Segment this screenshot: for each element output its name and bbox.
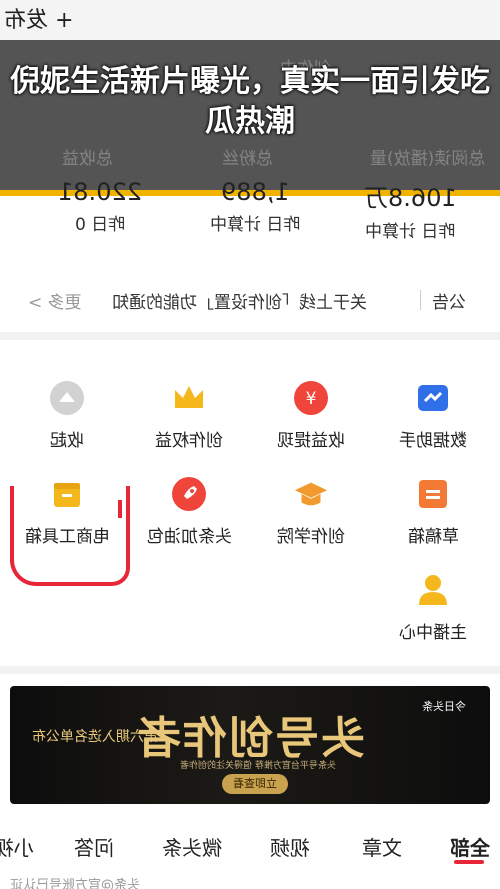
user-icon	[415, 572, 451, 608]
tool-label: 数据助手	[399, 431, 467, 451]
notice-more-link[interactable]: 更多 >	[28, 288, 82, 313]
tab-short-videos[interactable]: 小视	[0, 832, 34, 861]
brand-logo: 今日头条	[422, 698, 466, 714]
banner-tagline: 头条号平台官方推荐 值得关注的创作者	[180, 761, 336, 771]
annotation-stroke	[118, 500, 122, 518]
top-bar: + 发布	[0, 0, 500, 40]
tool-label: 主播中心	[399, 623, 467, 643]
list-preview-text: 头条@官方账号已认证	[10, 878, 141, 889]
ghost-text: 总粉丝	[222, 149, 273, 169]
collapse-icon	[49, 380, 85, 416]
section-divider	[0, 332, 500, 340]
stat-label: 昨日 0	[74, 215, 126, 235]
video-caption: 倪妮生活新片曝光，真实一面引发吃瓜热潮	[10, 64, 490, 139]
tool-creator-rights[interactable]: 创作权益	[134, 380, 244, 451]
tool-drafts[interactable]: 草稿箱	[378, 476, 488, 547]
tool-label: 创作权益	[155, 431, 223, 451]
divider	[420, 290, 421, 310]
tab-micro-headlines[interactable]: 微头条	[162, 832, 222, 861]
annotation-circle	[10, 486, 130, 586]
draft-icon	[415, 476, 451, 512]
stat-total-income[interactable]: 220.81 昨日 0	[35, 178, 165, 235]
tool-label: 头条加油包	[146, 527, 232, 547]
stat-total-fans[interactable]: 1,889 昨日 计算中	[190, 178, 320, 235]
ghost-text: 总收益	[62, 149, 113, 169]
ghost-text: 总阅读(播放)量	[370, 149, 486, 169]
tab-qa[interactable]: 问答	[74, 832, 114, 861]
promo-banner[interactable]: 今日头条 头号创作者 第六期入选名单公布 头条号平台官方推荐 值得关注的创作者 …	[10, 686, 490, 804]
stats-row: 106.8万 昨日 计算中 1,889 昨日 计算中 220.81 昨日 0	[0, 178, 500, 248]
tab-all[interactable]: 全部	[450, 832, 490, 861]
tool-creator-academy[interactable]: 创作学院	[256, 476, 366, 547]
crown-icon	[171, 380, 207, 416]
chart-icon	[415, 380, 451, 416]
tool-data-assistant[interactable]: 数据助手	[378, 380, 488, 451]
tool-collapse[interactable]: 收起	[12, 380, 122, 451]
stat-label: 昨日 计算中	[364, 222, 456, 242]
tool-label: 草稿箱	[407, 527, 459, 547]
tool-label: 收益提现	[277, 431, 345, 451]
stat-value: 1,889	[220, 178, 290, 206]
banner-title: 头号创作者	[135, 713, 365, 764]
brand-name: 今日头条	[422, 700, 466, 713]
notice-text[interactable]: 关于上线「创作设置」功能的通知	[112, 288, 367, 313]
caption-overlay: 创作中 总阅读(播放)量 总粉丝 总收益 倪妮生活新片曝光，真实一面引发吃瓜热潮	[0, 40, 500, 196]
tool-streamer-center[interactable]: 主播中心	[378, 572, 488, 643]
list-preview: 头条@官方账号已认证	[0, 872, 500, 889]
section-divider	[0, 666, 500, 674]
banner-view-button[interactable]: 立即查看	[222, 774, 288, 794]
publish-button[interactable]: + 发布	[4, 2, 73, 34]
banner-subtitle: 第六期入选名单公布	[32, 729, 158, 745]
rocket-icon	[171, 476, 207, 512]
tool-label: 创作学院	[277, 527, 345, 547]
notice-bar[interactable]: 公告 关于上线「创作设置」功能的通知 更多 >	[0, 278, 500, 322]
active-tab-indicator	[454, 860, 484, 864]
stat-value: 220.81	[58, 178, 142, 206]
tool-label: 收起	[50, 431, 84, 451]
tab-articles[interactable]: 文章	[362, 832, 402, 861]
stat-label: 昨日 计算中	[209, 215, 301, 235]
stat-total-reads[interactable]: 106.8万 昨日 计算中	[345, 178, 475, 242]
svg-text:¥: ¥	[306, 389, 317, 409]
notice-tag: 公告	[432, 293, 466, 313]
graduation-icon	[293, 476, 329, 512]
yuan-icon: ¥	[293, 380, 329, 416]
tool-income-withdraw[interactable]: ¥ 收益提现	[256, 380, 366, 451]
content-tabs: 全部 文章 视频 微头条 问答 小视	[0, 826, 500, 866]
tool-boost-pack[interactable]: 头条加油包	[134, 476, 244, 547]
annotation-stroke	[10, 488, 14, 510]
stat-value: 106.8万	[363, 184, 457, 212]
tab-videos[interactable]: 视频	[270, 832, 310, 861]
